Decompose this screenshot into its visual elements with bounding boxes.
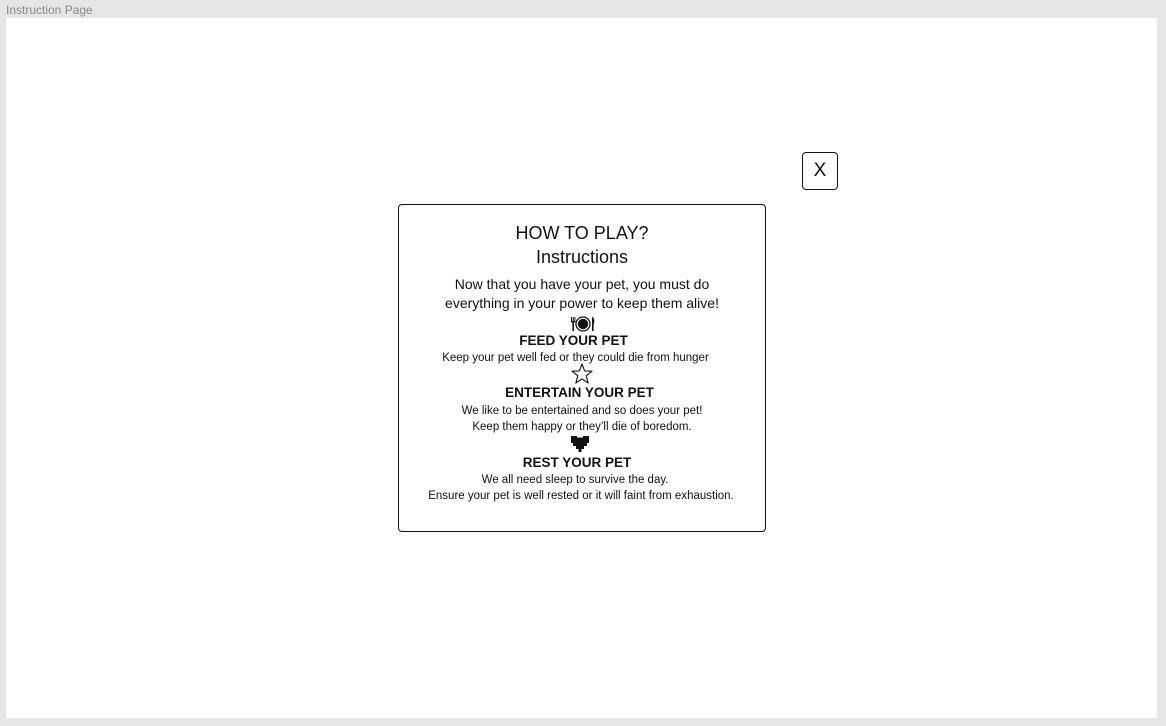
plate-cutlery-icon [571,316,595,332]
close-button[interactable]: X [802,152,838,190]
instructions-card: HOW TO PLAY? Instructions Now that you h… [398,204,766,532]
card-subtitle: Instructions [535,247,629,267]
section-desc-entertain-2: Keep them happy or they’ll die of boredo… [472,421,692,433]
section-desc-entertain-1: We like to be entertained and so does yo… [461,405,703,417]
section-title-rest: REST YOUR PET [522,455,632,470]
instruction-page-frame: X HOW TO PLAY? Instructions Now that you… [6,18,1157,718]
section-title-entertain: ENTERTAIN YOUR PET [505,385,654,400]
section-desc-rest-1: We all need sleep to survive the day. [481,474,669,486]
intro-line-1: Now that you have your pet, you must do [454,276,710,292]
intro-line-2: everything in your power to keep them al… [445,295,719,311]
frame-label: Instruction Page [6,3,93,17]
heart-icon [571,436,589,452]
section-title-feed: FEED YOUR PET [519,333,628,348]
section-desc-rest-2: Ensure your pet is well rested or it wil… [428,490,734,502]
card-title: HOW TO PLAY? [515,223,649,243]
star-icon [571,363,593,384]
